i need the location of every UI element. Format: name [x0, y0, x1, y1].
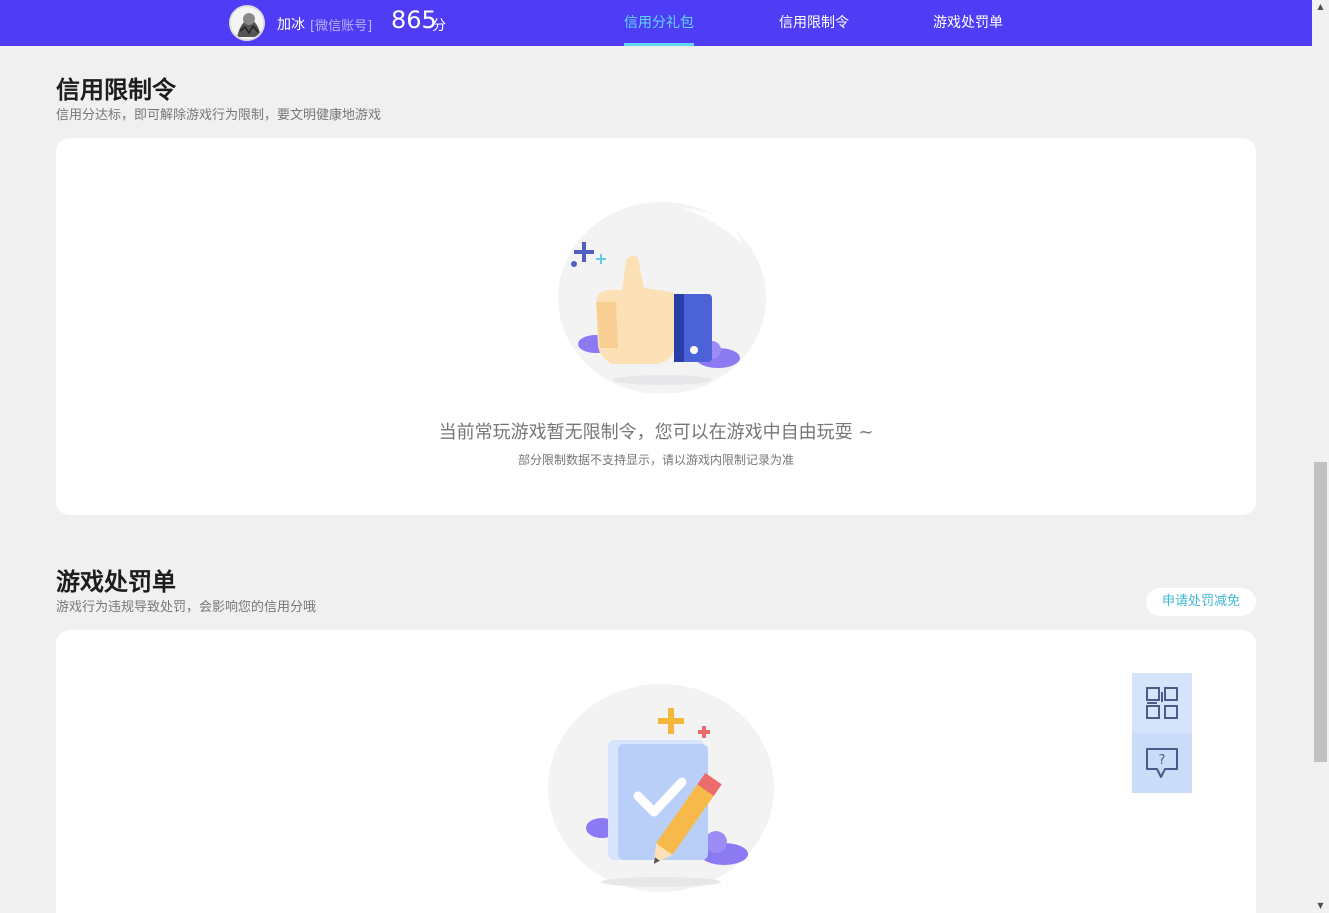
thumbs-up-illustration [558, 202, 766, 393]
svg-text:?: ? [1159, 753, 1166, 768]
user-avatar[interactable] [229, 5, 265, 41]
credit-page: 加冰 [微信账号] 865 分 信用分礼包 信用限制令 游戏处罚单 信用限制令 … [0, 0, 1329, 913]
restriction-card: 当前常玩游戏暂无限制令，您可以在游戏中自由玩耍 ~ 部分限制数据不支持显示，请以… [56, 138, 1256, 515]
credit-score-unit: 分 [432, 18, 446, 34]
scroll-down-arrow[interactable]: ▼ [1312, 899, 1329, 913]
account-type-label: [微信账号] [310, 19, 373, 34]
restriction-section-title: 信用限制令 [56, 76, 176, 104]
scroll-up-arrow[interactable]: ▲ [1312, 0, 1329, 14]
restriction-section-subtitle: 信用分达标，即可解除游戏行为限制，要文明健康地游戏 [56, 108, 382, 123]
page-scrollbar-track[interactable] [1312, 0, 1329, 913]
tab-game-penalty[interactable]: 游戏处罚单 [933, 0, 1003, 46]
apply-penalty-relief-button[interactable]: 申请处罚减免 [1146, 588, 1256, 616]
top-nav-bar: 加冰 [微信账号] 865 分 信用分礼包 信用限制令 游戏处罚单 [0, 0, 1312, 46]
qrcode-tool-button[interactable] [1132, 673, 1192, 733]
user-name: 加冰 [277, 17, 305, 33]
penalty-section-title: 游戏处罚单 [56, 568, 176, 596]
qrcode-icon [1146, 687, 1178, 719]
penalty-section-subtitle: 游戏行为违规导致处罚，会影响您的信用分哦 [56, 600, 317, 615]
restriction-empty-message: 当前常玩游戏暂无限制令，您可以在游戏中自由玩耍 ~ [438, 422, 874, 443]
credit-score-value: 865 [391, 6, 437, 34]
tab-credit-gift[interactable]: 信用分礼包 [624, 0, 694, 46]
restriction-empty-note: 部分限制数据不支持显示，请以游戏内限制记录为准 [517, 453, 794, 467]
penalty-card [56, 630, 1256, 913]
checklist-pencil-illustration [548, 684, 774, 892]
tab-credit-restriction[interactable]: 信用限制令 [779, 0, 849, 46]
page-scrollbar-thumb[interactable] [1314, 462, 1327, 762]
help-feedback-button[interactable]: ? [1132, 733, 1192, 793]
help-chat-icon: ? [1146, 748, 1178, 778]
